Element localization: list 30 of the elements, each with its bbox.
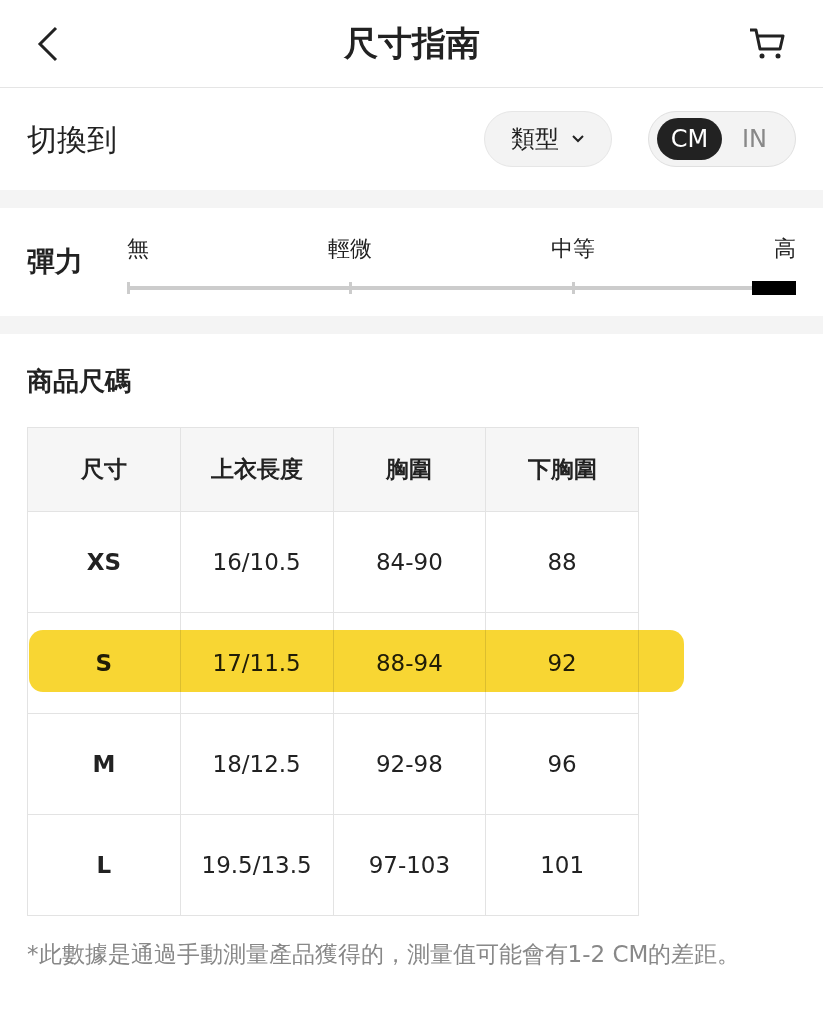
table-cell: L [28,815,181,916]
elasticity-label: 彈力 [27,244,84,280]
column-header: 下胸圍 [486,428,639,512]
footnote: *此數據是通過手動測量產品獲得的，測量值可能會有1-2 CM的差距。 [27,940,742,969]
back-icon [36,25,60,62]
unit-option[interactable]: CM [657,118,722,160]
table-cell: XS [28,512,181,613]
cart-icon [748,26,786,61]
elasticity-level: 輕微 [328,234,372,263]
chevron-down-icon [571,134,585,144]
elasticity-level: 中等 [551,234,595,263]
table-cell: M [28,714,181,815]
table-cell: 18/12.5 [180,714,334,815]
page-title: 尺寸指南 [343,22,480,65]
table-cell: 101 [486,815,639,916]
elasticity-level: 無 [127,234,149,263]
column-header: 胸圍 [333,428,487,512]
table-cell: 16/10.5 [180,512,334,613]
table-cell: 84-90 [333,512,487,613]
section-title: 商品尺碼 [27,365,132,398]
column-header: 尺寸 [28,428,181,512]
table-cell: 92-98 [333,714,487,815]
type-dropdown[interactable]: 類型 [484,111,612,167]
table-cell: 88 [486,512,639,613]
table-cell: 19.5/13.5 [180,815,334,916]
table-cell: 97-103 [333,815,487,916]
column-header: 上衣長度 [180,428,334,512]
table-cell: 96 [486,714,639,815]
elasticity-level: 高 [774,234,796,263]
switch-label: 切換到 [27,120,118,159]
